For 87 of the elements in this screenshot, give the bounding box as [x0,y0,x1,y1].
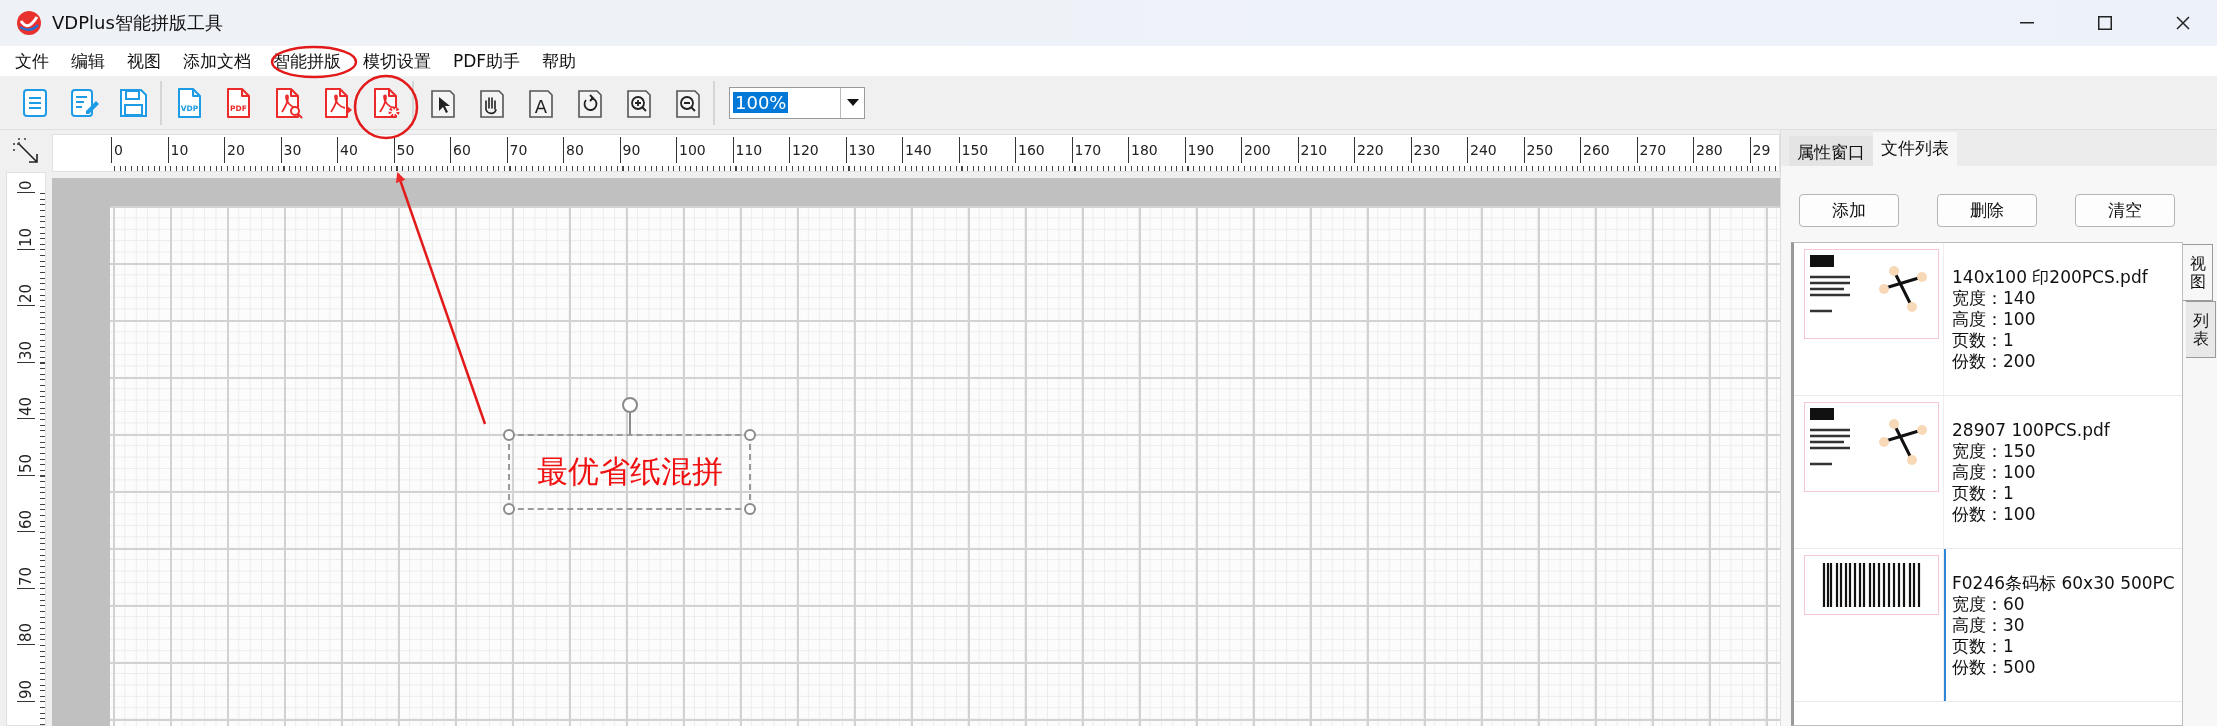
file-detail: 宽度：140 [1952,288,2037,309]
panel-button[interactable]: 删除 [1937,194,2037,227]
ruler-label: 0 [17,180,35,193]
menu-item[interactable]: 添加文档 [172,49,262,73]
ruler-label: 20 [17,283,35,306]
ruler-label: 230 [1410,137,1441,163]
menu-item[interactable]: 编辑 [60,49,116,73]
ruler-label: 10 [17,227,35,250]
file-detail: 高度：100 [1952,462,2037,483]
file-detail: 宽度：60 [1952,594,2026,615]
resize-handle[interactable] [744,503,756,515]
ruler-label: 60 [17,509,35,532]
resize-handle[interactable] [744,429,756,441]
file-detail: 份数：200 [1952,351,2037,372]
window-title: VDPlus智能拼版工具 [52,11,224,35]
ruler-label: 260 [1580,137,1610,163]
ruler-label: 170 [1071,137,1102,163]
ruler-label: 110 [732,137,763,163]
file-detail: 份数：500 [1952,657,2037,678]
ruler-label: 250 [1523,137,1554,163]
ruler-label: 60 [450,137,471,163]
resize-handle[interactable] [503,429,515,441]
ruler-label: 90 [17,679,35,702]
close-icon [2176,16,2190,30]
ruler-label: 240 [1467,137,1497,163]
ruler-label: 280 [1693,137,1723,163]
ruler-label: 30 [17,340,35,363]
ruler-label: 210 [1297,137,1328,163]
resize-handle[interactable] [503,503,515,515]
ruler-label: 20 [224,137,245,163]
menu-item[interactable]: PDF助手 [442,49,532,73]
side-tab[interactable]: 视图 [2183,244,2213,302]
app-logo-icon [16,10,42,36]
ruler-label: 50 [17,453,35,476]
ruler-label: 140 [902,137,932,163]
ruler-label: 70 [506,137,528,163]
file-detail: 宽度：150 [1952,441,2037,462]
ruler-label: 50 [393,137,415,163]
file-detail: 页数：1 [1952,330,2015,351]
zoom-combobox[interactable]: 100% [729,86,865,119]
ruler-label: 40 [337,137,358,163]
ruler-label: 180 [1128,137,1158,163]
panel-button[interactable]: 清空 [2075,194,2175,227]
rotate-handle[interactable] [621,397,638,434]
ruler-label: 200 [1241,137,1271,163]
ruler-label: 70 [17,566,35,589]
file-detail: 高度：30 [1952,615,2026,636]
file-detail: 页数：1 [1952,636,2015,657]
maximize-icon [2098,16,2112,30]
file-list-item[interactable]: F0246条码标 60x30 500PC 宽度：60 高度：30 页数：1 份数：500 [1944,549,2182,701]
ruler-label: 30 [280,137,302,163]
ruler-label: 90 [619,137,641,163]
ruler-label: 80 [17,622,35,645]
minimize-icon [2020,22,2034,24]
ruler-label: 150 [958,137,989,163]
menu-item[interactable]: 视图 [116,49,172,73]
panel-tab[interactable]: 文件列表 [1873,132,1957,166]
highlight-circle [353,74,419,140]
file-detail: 高度：100 [1952,309,2037,330]
ruler-label: 100 [676,137,706,163]
ruler-label: 120 [789,137,819,163]
ruler-label: 40 [17,396,35,419]
ruler-corner-icon[interactable] [11,136,41,166]
panel-button[interactable]: 添加 [1799,194,1899,227]
canvas-text: 最优省纸混拼 [536,452,723,491]
ruler-label: 10 [167,137,189,163]
file-list-item[interactable]: 140x100 印200PCS.pdf 宽度：140 高度：100 页数：1 份数：200 [1944,243,2182,395]
side-tab[interactable]: 列表 [2186,301,2216,359]
ruler-label: 0 [111,137,123,163]
ruler-label: 220 [1354,137,1384,163]
ruler-label: 29 [1749,137,1771,163]
menu-item[interactable]: 帮助 [531,49,588,73]
file-name: F0246条码标 60x30 500PC [1952,573,2176,594]
ruler-label: 130 [845,137,876,163]
menu-item[interactable]: 文件 [4,49,60,73]
ruler-label: 190 [1184,137,1215,163]
ruler-label: 160 [1015,137,1045,163]
panel-tab[interactable]: 属性窗口 [1789,136,1873,166]
file-list-item[interactable]: 28907 100PCS.pdf 宽度：150 高度：100 页数：1 份数：100 [1944,396,2182,548]
file-name: 28907 100PCS.pdf [1952,420,2111,441]
file-name: 140x100 印200PCS.pdf [1952,267,2149,288]
ruler-label: 270 [1636,137,1667,163]
file-detail: 份数：100 [1952,504,2037,525]
ruler-label: 80 [563,137,584,163]
menu-item[interactable]: 模切设置 [352,49,442,73]
dropdown-caret-icon [846,99,859,106]
file-detail: 页数：1 [1952,483,2015,504]
